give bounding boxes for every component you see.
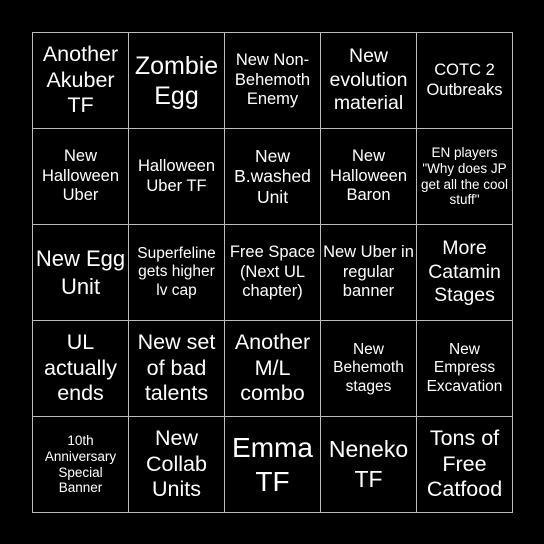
- bingo-cell[interactable]: New Halloween Baron: [321, 129, 417, 225]
- cell-text: Tons of Free Catfood: [426, 425, 503, 502]
- bingo-cell[interactable]: New Uber in regular banner: [321, 225, 417, 321]
- bingo-board: Another Akuber TF Zombie Egg New Non-Beh…: [32, 32, 513, 513]
- cell-text: New Halloween Baron: [329, 146, 408, 205]
- cell-text: Free Space (Next UL chapter): [229, 242, 316, 301]
- cell-text: New set of bad talents: [137, 329, 216, 406]
- cell-text: Zombie Egg: [134, 51, 219, 110]
- bingo-cell[interactable]: Neneko TF: [321, 417, 417, 513]
- cell-text: New Behemoth stages: [333, 340, 404, 395]
- cell-text: Superfeline gets higher lv cap: [137, 244, 216, 299]
- bingo-cell[interactable]: New Egg Unit: [33, 225, 129, 321]
- cell-text: New evolution material: [329, 45, 408, 115]
- cell-text: New Egg Unit: [35, 246, 126, 299]
- cell-text: UL actually ends: [44, 329, 117, 406]
- bingo-cell[interactable]: New Empress Excavation: [417, 321, 513, 417]
- cell-text: EN players "Why does JP get all the cool…: [420, 144, 509, 208]
- cell-text: New Collab Units: [146, 425, 207, 502]
- cell-text: Another M/L combo: [234, 329, 311, 406]
- cell-text: New Halloween Uber: [41, 146, 120, 205]
- cell-text: New Non-Behemoth Enemy: [234, 50, 311, 109]
- bingo-cell[interactable]: New B.washed Unit: [225, 129, 321, 225]
- cell-text: More Catamin Stages: [428, 237, 501, 307]
- bingo-cell[interactable]: New Non-Behemoth Enemy: [225, 33, 321, 129]
- cell-text: Halloween Uber TF: [137, 156, 216, 195]
- bingo-cell[interactable]: Zombie Egg: [129, 33, 225, 129]
- cell-text: New B.washed Unit: [234, 145, 311, 207]
- bingo-cell[interactable]: Emma TF: [225, 417, 321, 513]
- bingo-cell[interactable]: UL actually ends: [33, 321, 129, 417]
- cell-text: New Uber in regular banner: [323, 242, 414, 301]
- bingo-cell[interactable]: More Catamin Stages: [417, 225, 513, 321]
- bingo-cell[interactable]: 10th Anniversary Special Banner: [33, 417, 129, 513]
- cell-text: COTC 2 Outbreaks: [426, 60, 503, 99]
- bingo-cell[interactable]: New set of bad talents: [129, 321, 225, 417]
- bingo-cell[interactable]: Halloween Uber TF: [129, 129, 225, 225]
- bingo-cell[interactable]: New Behemoth stages: [321, 321, 417, 417]
- bingo-cell[interactable]: COTC 2 Outbreaks: [417, 33, 513, 129]
- bingo-cell[interactable]: Superfeline gets higher lv cap: [129, 225, 225, 321]
- free-space-cell[interactable]: Free Space (Next UL chapter): [225, 225, 321, 321]
- bingo-cell[interactable]: New Halloween Uber: [33, 129, 129, 225]
- cell-text: Neneko TF: [328, 436, 409, 492]
- bingo-cell[interactable]: Tons of Free Catfood: [417, 417, 513, 513]
- bingo-cell[interactable]: New evolution material: [321, 33, 417, 129]
- bingo-cell[interactable]: EN players "Why does JP get all the cool…: [417, 129, 513, 225]
- bingo-cell[interactable]: Another Akuber TF: [33, 33, 129, 129]
- cell-text: Emma TF: [232, 431, 313, 497]
- cell-text: New Empress Excavation: [426, 340, 503, 395]
- bingo-cell[interactable]: New Collab Units: [129, 417, 225, 513]
- bingo-cell[interactable]: Another M/L combo: [225, 321, 321, 417]
- cell-text: Another Akuber TF: [42, 41, 119, 118]
- cell-text: 10th Anniversary Special Banner: [44, 432, 117, 496]
